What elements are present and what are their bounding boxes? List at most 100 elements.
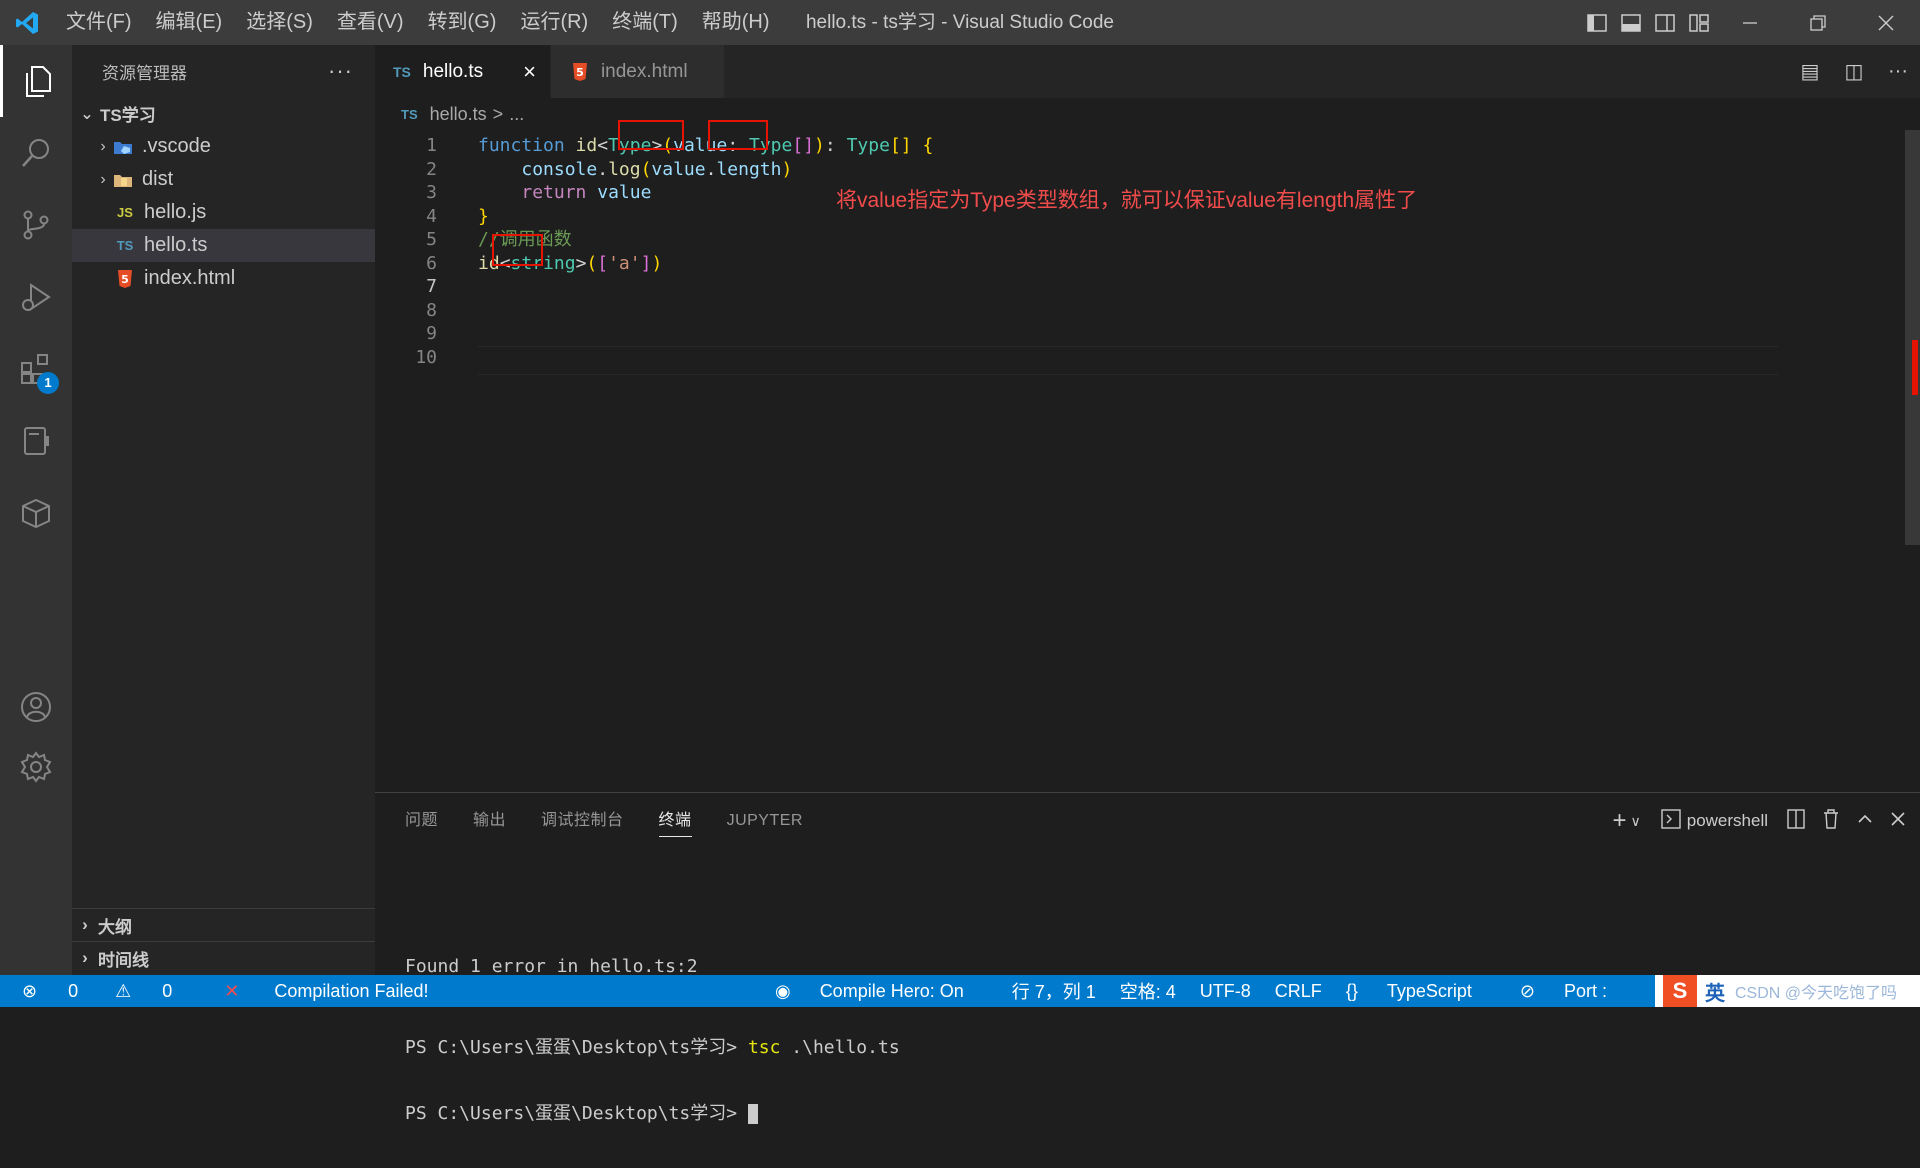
more-actions-icon[interactable]: ··· — [1876, 60, 1920, 83]
no-entry-icon: ⊘ — [1519, 980, 1540, 1001]
activity-bar: 1 — [0, 45, 72, 975]
language-mode[interactable]: {} TypeScript — [1346, 981, 1496, 1002]
source-control-icon[interactable] — [0, 189, 72, 261]
menu-help[interactable]: 帮助(H) — [690, 0, 782, 45]
run-debug-icon[interactable] — [0, 261, 72, 333]
terminal-output[interactable]: Found 1 error in hello.ts:2 PS C:\Users\… — [405, 913, 900, 1168]
status-bar: ⊗ 0 ⚠ 0 ✕ Compilation Failed! ◉ Compile … — [0, 975, 1920, 1007]
trash-icon[interactable] — [1822, 808, 1840, 834]
breadcrumb-more[interactable]: ... — [509, 104, 524, 125]
close-panel-icon[interactable] — [1890, 811, 1906, 832]
toggle-sidebar-icon[interactable] — [1580, 0, 1614, 45]
menu-selection[interactable]: 选择(S) — [234, 0, 325, 45]
current-line-highlight — [478, 346, 1778, 375]
workspace-root[interactable]: ⌄ TS学习 — [72, 97, 375, 130]
extensions-icon[interactable]: 1 — [0, 333, 72, 405]
breadcrumb-separator: > — [492, 104, 504, 124]
folder-icon — [112, 169, 134, 191]
error-icon: ⊗ — [22, 980, 38, 1001]
port-status[interactable]: ⊘ Port : — [1520, 981, 1631, 1002]
close-tab-icon[interactable]: × — [523, 59, 536, 85]
new-terminal-icon[interactable]: + — [1612, 807, 1626, 835]
tab-jupyter[interactable]: JUPYTER — [727, 805, 803, 837]
compile-status-label: Compilation Failed! — [274, 980, 429, 1001]
menu-edit[interactable]: 编辑(E) — [144, 0, 235, 45]
line-ending[interactable]: CRLF — [1275, 981, 1322, 1002]
encoding[interactable]: UTF-8 — [1200, 981, 1251, 1002]
vertical-scrollbar[interactable] — [1905, 130, 1920, 545]
tree-item-hello-ts[interactable]: TS hello.ts — [72, 229, 375, 262]
braces-icon: {} — [1345, 980, 1363, 1001]
tree-item-dist[interactable]: › dist — [72, 163, 375, 196]
ime-mode[interactable]: 英 — [1705, 977, 1725, 1006]
compile-status[interactable]: ✕ Compilation Failed! — [224, 981, 454, 1002]
menu-terminal[interactable]: 终端(T) — [600, 0, 690, 45]
terminal-args: .\hello.ts — [780, 1037, 900, 1058]
menu-view[interactable]: 查看(V) — [325, 0, 416, 45]
outline-section[interactable]: › 大纲 — [72, 908, 375, 941]
close-window-icon[interactable] — [1852, 0, 1920, 45]
tree-item-index-html[interactable]: 5 index.html — [72, 262, 375, 295]
tree-item-label: hello.ts — [144, 234, 208, 256]
menu-file[interactable]: 文件(F) — [54, 0, 144, 45]
tab-label: index.html — [600, 60, 688, 82]
settings-gear-icon[interactable] — [0, 731, 72, 803]
tab-hello-ts[interactable]: TS hello.ts × — [375, 45, 551, 98]
chevron-down-icon: ⌄ — [80, 105, 94, 123]
tab-output[interactable]: 输出 — [473, 805, 506, 837]
extensions-badge: 1 — [37, 372, 59, 394]
split-editor-icon[interactable]: ◫ — [1832, 59, 1876, 84]
minimize-icon[interactable] — [1716, 0, 1784, 45]
chevron-down-icon[interactable]: ∨ — [1630, 813, 1640, 830]
menu-go[interactable]: 转到(G) — [416, 0, 509, 45]
restore-icon[interactable] — [1784, 0, 1852, 45]
menu-bar: 文件(F) 编辑(E) 选择(S) 查看(V) 转到(G) 运行(R) 终端(T… — [54, 0, 782, 45]
highlight-box-return-type — [708, 120, 768, 150]
package-icon[interactable] — [0, 477, 72, 549]
customize-layout-icon[interactable] — [1682, 0, 1716, 45]
warning-icon: ⚠ — [115, 980, 132, 1001]
chevron-right-icon: › — [82, 915, 88, 934]
terminal-prompt: PS C:\Users\蛋蛋\Desktop\ts学习> — [405, 1103, 748, 1124]
search-icon[interactable] — [0, 117, 72, 189]
tab-index-html[interactable]: 5 index.html — [550, 45, 725, 98]
explorer-icon[interactable] — [0, 45, 72, 117]
chevron-right-icon: › — [82, 948, 88, 967]
compile-hero-status[interactable]: ◉ Compile Hero: On — [775, 981, 988, 1002]
terminal-command: tsc — [747, 1037, 781, 1058]
split-terminal-icon[interactable] — [1786, 808, 1806, 834]
sogou-logo-icon: S — [1663, 975, 1697, 1007]
panel-actions: + ∨ powershell — [1596, 803, 1906, 839]
code-editor[interactable]: 1 2 3 4 5 6 7 8 9 10 function id<Type>(v… — [375, 120, 1905, 792]
problems-status[interactable]: ⊗ 0 ⚠ 0 — [22, 981, 198, 1002]
outline-label: 大纲 — [98, 917, 132, 937]
terminal-cursor — [747, 1104, 758, 1124]
tree-item-vscode[interactable]: › .vscode — [72, 130, 375, 163]
remote-explorer-icon[interactable] — [0, 405, 72, 477]
indentation[interactable]: 空格: 4 — [1120, 978, 1176, 1004]
shell-name[interactable]: powershell — [1687, 811, 1768, 831]
tree-item-hello-js[interactable]: JS hello.js — [72, 196, 375, 229]
port-label: Port : — [1563, 980, 1607, 1001]
ime-toolbar: S 英 CSDN @今天吃饱了吗 — [1655, 975, 1920, 1007]
title-bar: 文件(F) 编辑(E) 选择(S) 查看(V) 转到(G) 运行(R) 终端(T… — [0, 0, 1920, 45]
code-line: return value — [521, 182, 652, 203]
cursor-position[interactable]: 行 7，列 1 — [1012, 978, 1096, 1004]
editor-actions: ▤ ◫ ··· — [1788, 45, 1920, 98]
tree-item-label: hello.js — [144, 201, 207, 223]
vscode-logo-icon — [0, 0, 54, 45]
tab-terminal[interactable]: 终端 — [658, 805, 692, 837]
more-actions-icon[interactable]: ··· — [328, 58, 353, 84]
tab-problems[interactable]: 问题 — [405, 805, 438, 837]
open-preview-icon[interactable]: ▤ — [1788, 59, 1832, 84]
svg-text:5: 5 — [576, 66, 584, 79]
timeline-section[interactable]: › 时间线 — [72, 941, 375, 974]
menu-run[interactable]: 运行(R) — [508, 0, 600, 45]
timeline-label: 时间线 — [98, 950, 149, 970]
maximize-panel-icon[interactable] — [1856, 810, 1874, 833]
tab-debug-console[interactable]: 调试控制台 — [541, 805, 624, 837]
breadcrumb-file[interactable]: hello.ts — [430, 104, 487, 125]
status-left: ⊗ 0 ⚠ 0 ✕ Compilation Failed! — [0, 981, 481, 1002]
toggle-secondary-sidebar-icon[interactable] — [1648, 0, 1682, 45]
toggle-panel-icon[interactable] — [1614, 0, 1648, 45]
